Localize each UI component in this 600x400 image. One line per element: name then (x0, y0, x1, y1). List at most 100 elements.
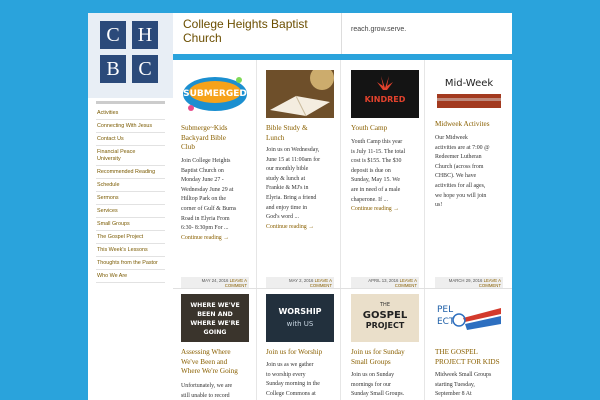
post-date[interactable]: MARCH 29, 2016 (449, 278, 483, 283)
excerpt-line: June 15 at 11:00am for (266, 156, 321, 163)
post-thumb-text: THE (379, 302, 390, 308)
post-title[interactable]: Join us for Sunday Small Groups (351, 348, 405, 367)
post-title[interactable]: Youth Camp (351, 124, 387, 134)
post-excerpt: Join us on Sunday mornings for our Sunda… (351, 371, 404, 400)
post-card: WHERE WE'VE BEEN AND WHERE WE'RE GOING A… (173, 289, 257, 400)
post-title-line: Where We're Going (181, 367, 238, 375)
post-title[interactable]: Midweek Activites (435, 120, 490, 130)
post-title-line: Small Groups (351, 357, 391, 366)
excerpt-line: activities for all ages, (435, 182, 486, 189)
post-excerpt: Midweek Small Groups starting Tuesday, S… (435, 371, 491, 400)
sidebar-item-schedule[interactable]: Schedule (96, 179, 165, 192)
post-title-line: Bible Study & (266, 124, 308, 132)
excerpt-line: is July 11-15. The total (351, 148, 406, 155)
post-title-line: Club (181, 143, 195, 151)
continue-reading-link[interactable]: Continue reading → (351, 205, 405, 215)
post-thumbnail[interactable]: PEL ECT (435, 294, 503, 342)
logo-letter: H (132, 21, 158, 49)
sidebar-menu: Activities Connecting With Jesus Contact… (96, 101, 165, 283)
post-card: KINDRED Youth Camp Youth Camp this year … (341, 60, 425, 289)
sidebar-item-pastor[interactable]: Thoughts from the Pastor (96, 257, 165, 270)
excerpt-line: and enjoy time in (266, 204, 308, 211)
sidebar-item-gospel-project[interactable]: The Gospel Project (96, 231, 165, 244)
post-thumb-text: WHERE WE'RE (190, 320, 239, 327)
excerpt-line: Sunday, May 15. We (351, 177, 400, 184)
post-thumbnail[interactable]: THE GOSPEL PROJECT (351, 294, 419, 342)
post-thumbnail[interactable]: KINDRED (351, 70, 419, 118)
worship-graphic: WORSHIP with US (266, 294, 334, 342)
logo-letter: C (100, 21, 126, 49)
post-thumb-text: SUBMERGED (183, 89, 247, 99)
post-excerpt: Join College Heights Baptist Church on M… (181, 157, 236, 243)
post-title-line: Join us for Worship (266, 348, 323, 356)
sidebar-item-lessons[interactable]: This Week's Lessons (96, 244, 165, 257)
excerpt-line: Youth Camp this year (351, 139, 403, 145)
sidebar-item-contact[interactable]: Contact Us (96, 133, 165, 146)
excerpt-line: Baptist Church on (181, 167, 224, 174)
page-container: C H B C College Heights Baptist Church r… (88, 13, 512, 400)
post-title[interactable]: Submerge~Kids Backyard Bible Club (181, 124, 227, 153)
site-tagline: reach.grow.serve. (351, 26, 407, 33)
post-thumbnail[interactable]: WORSHIP with US (266, 294, 334, 342)
excerpt-line: starting Tuesday, (435, 381, 475, 388)
post-title-line: Join us for Sunday (351, 348, 405, 356)
post-thumb-text: BEEN AND (197, 311, 233, 318)
sidebar-item-who-we-are[interactable]: Who We Are (96, 270, 165, 283)
site-title[interactable]: College Heights Baptist Church (183, 17, 308, 45)
continue-reading-link[interactable]: Continue reading → (181, 234, 236, 244)
excerpt-line: Join us on Wednesday, (266, 147, 320, 153)
post-card: WORSHIP with US Join us for Worship Join… (257, 289, 341, 400)
excerpt-line: Our Midweek (435, 135, 468, 141)
excerpt-line: 6:30- 8:30pm For ... (181, 225, 229, 232)
excerpt-line: Wednesday June 29 at (181, 186, 234, 193)
excerpt-line: CHBC). We have (435, 173, 477, 180)
post-title[interactable]: Join us for Worship (266, 348, 322, 358)
gospel-kids-graphic: PEL ECT (435, 294, 503, 342)
excerpt-line: Join us as we gather (266, 362, 314, 368)
post-title-line: Youth Camp (351, 124, 388, 132)
sidebar-item-activities[interactable]: Activities (96, 107, 165, 120)
post-thumbnail[interactable] (266, 70, 334, 118)
post-title-line: Lunch (266, 133, 285, 142)
post-thumb-text: GOSPEL (363, 310, 408, 321)
continue-reading-link[interactable]: Continue reading → (266, 223, 320, 233)
sidebar-item-sermons[interactable]: Sermons (96, 192, 165, 205)
excerpt-line: God's word ... (266, 214, 299, 221)
logo-letter: B (100, 55, 126, 83)
post-thumbnail[interactable]: WHERE WE'VE BEEN AND WHERE WE'RE GOING (181, 294, 249, 342)
sidebar-item-financial-peace-cont[interactable]: University (96, 155, 165, 166)
excerpt-line: to worship every (266, 371, 306, 378)
post-title[interactable]: Bible Study & Lunch (266, 124, 308, 143)
excerpt-line: mornings for our (351, 381, 391, 388)
post-title-line: Midweek Activites (435, 120, 490, 128)
excerpt-line: we hope you will join (435, 192, 487, 199)
sidebar-item-reading[interactable]: Recommended Reading (96, 166, 165, 179)
post-excerpt: Join us as we gather to worship every Su… (266, 361, 320, 399)
sidebar-item-small-groups[interactable]: Small Groups (96, 218, 165, 231)
excerpt-line: Midweek Small Groups (435, 372, 492, 378)
where-weve-been-graphic: WHERE WE'VE BEEN AND WHERE WE'RE GOING (181, 294, 249, 342)
post-thumbnail[interactable]: SUBMERGED (181, 70, 249, 118)
excerpt-line: Church (across from (435, 163, 484, 170)
sidebar-item-connecting[interactable]: Connecting With Jesus (96, 120, 165, 133)
post-card: THE GOSPEL PROJECT Join us for Sunday Sm… (341, 289, 425, 400)
excerpt-line: us! (435, 202, 443, 209)
midweek-graphic: Mid-Week (435, 70, 503, 118)
excerpt-line: Unfortunately, we are (181, 383, 233, 389)
logo-grid: C H B C (100, 21, 158, 83)
post-title[interactable]: THE GOSPEL PROJECT FOR KIDS (435, 348, 500, 367)
excerpt-line: College Commons at (266, 390, 316, 397)
post-thumbnail[interactable]: Mid-Week (435, 70, 503, 118)
post-thumb-text: PROJECT (366, 321, 405, 330)
post-title[interactable]: Assessing Where We've Been and Where We'… (181, 348, 238, 377)
site-title-line: Church (183, 31, 222, 45)
post-thumb-text: WHERE WE'VE (190, 302, 239, 309)
post-excerpt: Our Midweek activities are at 7:00 @ Red… (435, 134, 490, 211)
excerpt-line: are in need of a male (351, 186, 401, 193)
post-title-line: THE GOSPEL (435, 348, 478, 356)
post-card: PEL ECT THE GOSPEL PROJECT FOR KIDS Midw… (425, 289, 509, 400)
post-card: Bible Study & Lunch Join us on Wednesday… (257, 60, 341, 289)
site-logo[interactable]: C H B C (88, 13, 173, 98)
sidebar-item-financial-peace[interactable]: Financial Peace (96, 146, 165, 155)
sidebar-item-services[interactable]: Services (96, 205, 165, 218)
